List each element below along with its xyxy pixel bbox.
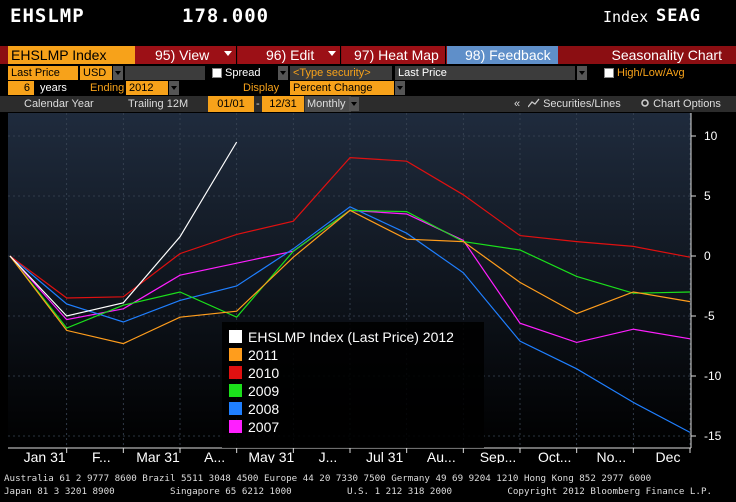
feedback-button[interactable]: 98) Feedback [447, 46, 558, 64]
x-tick-label: Mar 31 [136, 449, 180, 463]
x-tick-label: Oct... [538, 449, 571, 463]
display-dropdown-icon[interactable] [395, 81, 405, 95]
period-dropdown-icon[interactable] [349, 97, 359, 111]
legend-label: 2010 [248, 365, 279, 381]
chart-options-button[interactable]: Chart Options [640, 96, 721, 112]
legend-label: 2009 [248, 383, 279, 399]
chart-options-label: Chart Options [653, 98, 721, 110]
years-input[interactable]: 6 [8, 81, 34, 95]
seasonality-chart[interactable]: 10 5 0 -5 -10 -15 Jan 31 F... Mar 31 A... May 31 J… [0, 113, 736, 463]
x-tick-label: No... [597, 449, 627, 463]
spread-label: Spread [225, 67, 261, 79]
currency-dropdown-icon[interactable] [113, 66, 123, 80]
x-tick-label: F... [92, 449, 111, 463]
edit-menu-button[interactable]: 96) Edit [238, 46, 341, 64]
function-code: SEAG [656, 6, 701, 26]
spread-dropdown-icon[interactable] [278, 66, 288, 80]
y-tick-label: -5 [704, 309, 715, 323]
y-tick-label: -15 [704, 429, 722, 443]
legend-label: 2011 [248, 347, 278, 363]
tab-trailing-12m[interactable]: Trailing 12M [128, 96, 188, 112]
x-tick-label: J... [319, 449, 338, 463]
field-select[interactable]: Last Price [8, 66, 78, 80]
legend: EHSLMP Index (Last Price) 2012 2011 2010 20… [222, 322, 484, 448]
x-tick-label: Au... [427, 449, 456, 463]
chevron-down-icon [328, 51, 336, 56]
high-low-avg-checkbox[interactable] [604, 68, 614, 78]
type-security-input[interactable]: <Type security> [290, 66, 392, 80]
x-tick-label: May 31 [248, 449, 294, 463]
display-select[interactable]: Percent Change [290, 81, 394, 95]
index-label: Index [603, 8, 649, 26]
ending-stepper-icon[interactable] [169, 81, 179, 95]
security-field[interactable]: EHSLMP Index [8, 46, 135, 64]
footer-copyright: Japan 81 3 3201 8900 Singapore 65 6212 1… [4, 486, 713, 497]
legend-swatch [229, 384, 242, 397]
field2-select[interactable]: Last Price [395, 66, 575, 80]
x-tick-label: Jul 31 [366, 449, 404, 463]
currency-select[interactable]: USD [80, 66, 112, 80]
years-label: years [40, 82, 67, 94]
period-select[interactable]: Monthly [305, 96, 351, 112]
legend-swatch [229, 348, 242, 361]
header-bar: EHSLMP 178.000 Index SEAG [0, 0, 736, 42]
legend-label: 2007 [248, 419, 279, 435]
high-low-avg-label: High/Low/Avg [617, 67, 685, 79]
function-title: Seasonality Chart [560, 46, 736, 64]
end-date-input[interactable]: 12/31 [262, 96, 304, 112]
legend-swatch [229, 330, 242, 343]
legend-swatch [229, 402, 242, 415]
view-menu-button[interactable]: 95) View [135, 46, 237, 64]
edit-menu-label: 96) Edit [266, 47, 315, 63]
collapse-button[interactable]: « [510, 96, 524, 112]
legend-swatch [229, 420, 242, 433]
view-menu-label: 95) View [155, 47, 210, 63]
menu-bar: EHSLMP Index 95) View 96) Edit 97) Heat … [0, 46, 736, 64]
y-tick-label: 10 [704, 129, 718, 143]
legend-swatch [229, 366, 242, 379]
ending-label: Ending [90, 82, 125, 94]
y-tick-label: 5 [704, 189, 711, 203]
blank-field[interactable] [125, 66, 205, 80]
period-toolbar: Calendar Year Trailing 12M 01/01 - 12/31… [0, 96, 736, 112]
x-tick-label: Dec [656, 449, 681, 463]
footer: Australia 61 2 9777 8600 Brazil 5511 304… [0, 467, 736, 502]
ticker-symbol: EHSLMP [10, 5, 85, 27]
footer-contacts: Australia 61 2 9777 8600 Brazil 5511 304… [4, 473, 652, 484]
heat-map-button[interactable]: 97) Heat Map [342, 46, 446, 64]
field2-dropdown-icon[interactable] [577, 66, 587, 80]
display-label: Display [243, 82, 280, 94]
securities-lines-button[interactable]: Securities/Lines [527, 96, 621, 112]
y-tick-label: 0 [704, 249, 711, 263]
gear-icon [641, 99, 649, 107]
y-tick-label: -10 [704, 369, 722, 383]
x-tick-label: A... [204, 449, 225, 463]
legend-label: 2008 [248, 401, 279, 417]
chevron-down-icon [224, 51, 232, 56]
start-date-input[interactable]: 01/01 [208, 96, 254, 112]
tab-calendar-year[interactable]: Calendar Year [24, 96, 94, 112]
chart-line-icon [527, 98, 540, 108]
date-separator: - [256, 98, 260, 110]
x-tick-label: Sep... [480, 449, 517, 463]
last-value: 178.000 [182, 5, 270, 27]
legend-label: EHSLMP Index (Last Price) 2012 [248, 329, 454, 345]
x-tick-label: Jan 31 [24, 449, 66, 463]
securities-lines-label: Securities/Lines [543, 98, 621, 110]
spread-checkbox[interactable] [212, 68, 222, 78]
ending-year-input[interactable]: 2012 [126, 81, 168, 95]
